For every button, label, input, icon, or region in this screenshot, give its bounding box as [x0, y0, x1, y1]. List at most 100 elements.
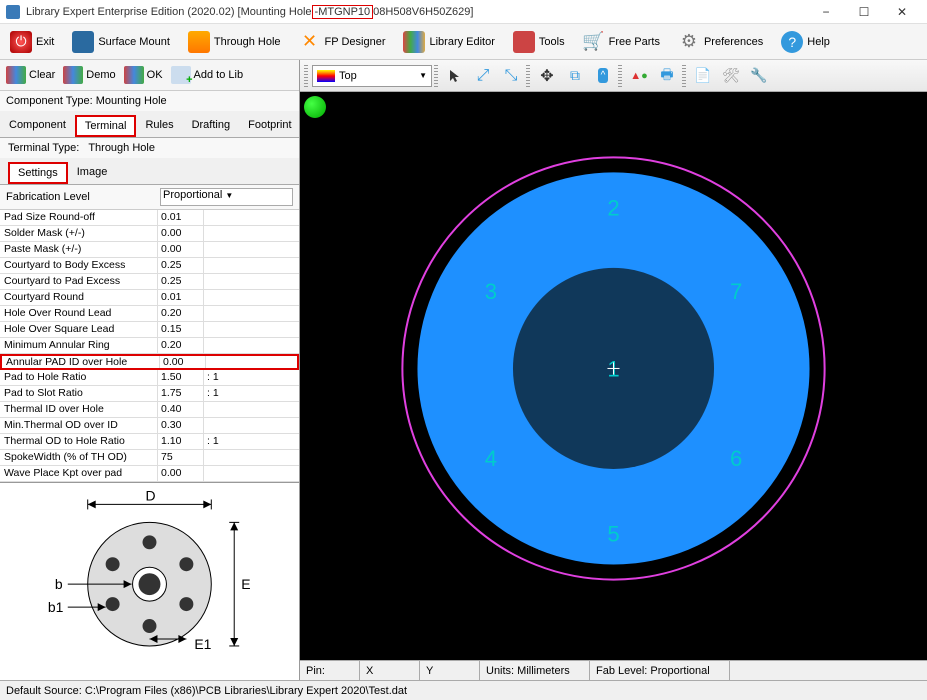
add-to-lib-button[interactable]: +Add to Lib	[171, 66, 244, 84]
setting-row: Paste Mask (+/-)0.00	[0, 242, 299, 258]
setting-value[interactable]: 1.10	[158, 434, 204, 449]
add-icon: +	[171, 66, 191, 84]
zoom-extents-button[interactable]: ⤢	[470, 63, 496, 89]
toolbar-grip	[434, 65, 438, 87]
zoom-fit-button[interactable]: ⤡	[498, 63, 524, 89]
setting-label: Paste Mask (+/-)	[0, 242, 158, 257]
demo-button[interactable]: Demo	[63, 66, 115, 84]
window-titlebar: Library Expert Enterprise Edition (2020.…	[0, 0, 927, 24]
main-toolbar: ⏻Exit Surface Mount Through Hole ✕FP Des…	[0, 24, 927, 60]
setting-value[interactable]: 1.75	[158, 386, 204, 401]
close-button[interactable]: ✕	[883, 0, 921, 24]
setting-row: Hole Over Square Lead0.15	[0, 322, 299, 338]
setting-label: Wave Place Kpt over pad	[0, 466, 158, 481]
setting-label: Min.Thermal OD over ID	[0, 418, 158, 433]
setting-value[interactable]: 0.01	[158, 210, 204, 225]
setting-value[interactable]: 0.15	[158, 322, 204, 337]
setting-value[interactable]: 75	[158, 450, 204, 465]
setting-value[interactable]: 0.00	[158, 242, 204, 257]
setting-value[interactable]: 0.20	[158, 338, 204, 353]
minimize-button[interactable]: −	[807, 0, 845, 24]
cart-icon: 🛒	[583, 31, 605, 53]
setting-value[interactable]: 0.25	[158, 274, 204, 289]
setting-value[interactable]: 0.25	[158, 258, 204, 273]
library-editor-label: Library Editor	[429, 36, 494, 48]
preferences-button[interactable]: ⚙Preferences	[678, 31, 763, 53]
demo-label: Demo	[86, 69, 115, 81]
exit-label: Exit	[36, 36, 54, 48]
color-button[interactable]: ▲●	[626, 63, 652, 89]
fp-designer-button[interactable]: ✕FP Designer	[299, 31, 386, 53]
pad-4: 4	[485, 446, 497, 471]
free-parts-button[interactable]: 🛒Free Parts	[583, 31, 660, 53]
measure-button[interactable]: ⧉	[562, 63, 588, 89]
pad-6: 6	[730, 446, 742, 471]
toolbar-grip	[618, 65, 622, 87]
setting-value[interactable]: 0.00	[158, 466, 204, 481]
document-plus-icon: 📄	[694, 67, 711, 84]
tools-button[interactable]: Tools	[513, 31, 565, 53]
status-x: X	[360, 661, 420, 680]
setting-value[interactable]: 0.20	[158, 306, 204, 321]
setting-value[interactable]: 0.00	[158, 226, 204, 241]
pad-2: 2	[607, 196, 619, 221]
wrench-button[interactable]: 🔧	[746, 63, 772, 89]
exit-button[interactable]: ⏻Exit	[10, 31, 54, 53]
arrows-out-icon: ⤢	[477, 67, 490, 85]
setting-value[interactable]: 0.30	[158, 418, 204, 433]
subtab-image[interactable]: Image	[68, 162, 117, 184]
ok-icon	[124, 66, 144, 84]
layer-select[interactable]: Top ▼	[312, 65, 432, 87]
help-button[interactable]: ?Help	[781, 31, 830, 53]
tools-button[interactable]: 🛠	[718, 63, 744, 89]
status-source-label: Default Source:	[6, 685, 82, 697]
setting-row: Courtyard to Body Excess0.25	[0, 258, 299, 274]
add-to-lib-label: Add to Lib	[194, 69, 244, 81]
tab-rules[interactable]: Rules	[136, 115, 182, 137]
tools-icon: 🛠	[722, 67, 740, 84]
setting-label: Hole Over Square Lead	[0, 322, 158, 337]
books-icon	[403, 31, 425, 53]
terminal-type-label: Terminal Type:	[8, 142, 79, 154]
dim-b1: b1	[48, 599, 64, 615]
setting-value[interactable]: 0.00	[160, 356, 206, 368]
tab-drafting[interactable]: Drafting	[183, 115, 240, 137]
home-button[interactable]: ^	[590, 63, 616, 89]
surface-mount-label: Surface Mount	[98, 36, 170, 48]
setting-value[interactable]: 0.40	[158, 402, 204, 417]
subtab-settings[interactable]: Settings	[8, 162, 68, 184]
dimension-diagram: D E b b1 E1	[0, 482, 299, 680]
new-doc-button[interactable]: 📄	[690, 63, 716, 89]
setting-value[interactable]: 0.01	[158, 290, 204, 305]
help-label: Help	[807, 36, 830, 48]
setting-suffix: : 1	[204, 434, 222, 449]
toolbar-grip	[304, 65, 308, 87]
tab-component[interactable]: Component	[0, 115, 75, 137]
setting-row: SpokeWidth (% of TH OD)75	[0, 450, 299, 466]
print-button[interactable]: 🖶	[654, 63, 680, 89]
clear-button[interactable]: Clear	[6, 66, 55, 84]
surface-mount-button[interactable]: Surface Mount	[72, 31, 170, 53]
pointer-button[interactable]	[442, 63, 468, 89]
component-type-value: Mounting Hole	[96, 95, 167, 107]
setting-row: Thermal OD to Hole Ratio1.10: 1	[0, 434, 299, 450]
setting-row: Solder Mask (+/-)0.00	[0, 226, 299, 242]
pan-button[interactable]: ✥	[534, 63, 560, 89]
toolbar-grip	[526, 65, 530, 87]
ok-button[interactable]: OK	[124, 66, 163, 84]
tab-terminal[interactable]: Terminal	[75, 115, 137, 137]
library-editor-button[interactable]: Library Editor	[403, 31, 494, 53]
tab-footprint[interactable]: Footprint	[239, 115, 300, 137]
maximize-button[interactable]: ☐	[845, 0, 883, 24]
setting-value[interactable]: 1.50	[158, 370, 204, 385]
fabrication-select[interactable]: Proportional ▼	[160, 188, 293, 206]
setting-row: Pad to Slot Ratio1.75: 1	[0, 386, 299, 402]
ruler-icon: ⧉	[570, 67, 580, 84]
setting-row: Pad to Hole Ratio1.50: 1	[0, 370, 299, 386]
dim-b: b	[55, 576, 63, 592]
footprint-canvas[interactable]: 1 2 3 4 5 6 7	[300, 92, 927, 660]
through-hole-button[interactable]: Through Hole	[188, 31, 281, 53]
title-prefix: Library Expert Enterprise Edition (2020.…	[26, 6, 312, 18]
status-source-path: C:\Program Files (x86)\PCB Libraries\Lib…	[85, 685, 407, 697]
demo-icon	[63, 66, 83, 84]
